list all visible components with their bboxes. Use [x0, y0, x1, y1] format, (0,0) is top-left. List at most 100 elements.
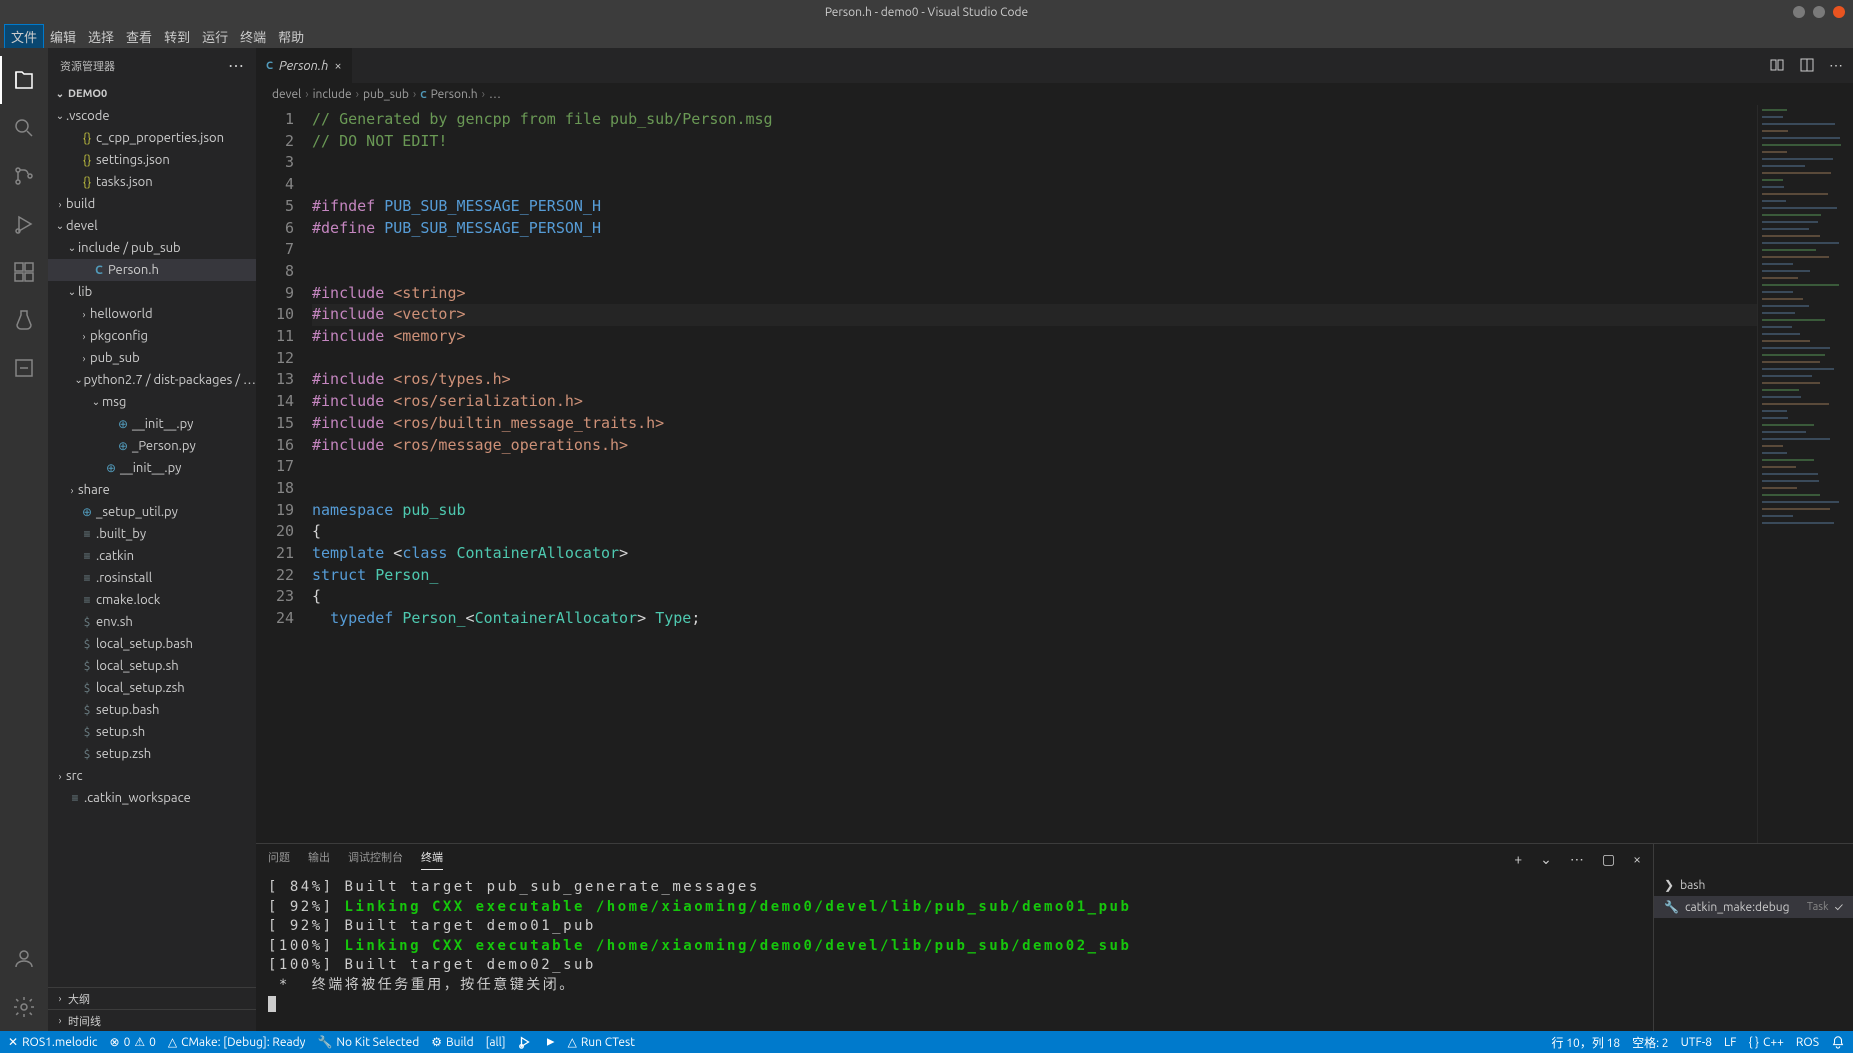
- project-section[interactable]: ⌄ DEMO0: [48, 83, 256, 105]
- encoding-selector[interactable]: UTF-8: [1681, 1036, 1712, 1049]
- extensions-icon[interactable]: [0, 248, 48, 296]
- settings-gear-icon[interactable]: [0, 983, 48, 1031]
- menu-item[interactable]: 帮助: [272, 25, 310, 48]
- tree-file[interactable]: ⊕__init__.py: [48, 413, 256, 435]
- testing-icon[interactable]: [0, 296, 48, 344]
- close-tab-icon[interactable]: ×: [334, 59, 341, 73]
- problems-indicator[interactable]: ⊗0 ⚠0: [110, 1035, 156, 1049]
- tree-file[interactable]: $local_setup.bash: [48, 633, 256, 655]
- outline-section[interactable]: › 大纲: [48, 987, 256, 1009]
- tree-file[interactable]: $env.sh: [48, 611, 256, 633]
- notifications-icon[interactable]: [1831, 1035, 1845, 1049]
- breadcrumbs[interactable]: devel›include›pub_sub›CPerson.h›…: [256, 83, 1853, 105]
- debug-launch-icon[interactable]: [518, 1035, 532, 1049]
- panel-tab[interactable]: 输出: [308, 849, 330, 869]
- run-debug-icon[interactable]: [0, 200, 48, 248]
- editor-more-icon[interactable]: ⋯: [1829, 57, 1843, 74]
- tree-folder[interactable]: ›build: [48, 193, 256, 215]
- accounts-icon[interactable]: [0, 935, 48, 983]
- tree-file[interactable]: $local_setup.sh: [48, 655, 256, 677]
- new-terminal-icon[interactable]: +: [1514, 851, 1522, 867]
- menu-item[interactable]: 编辑: [44, 25, 82, 48]
- tree-file[interactable]: ≡cmake.lock: [48, 589, 256, 611]
- terminal-dropdown-icon[interactable]: ⌄: [1540, 851, 1552, 868]
- eol-selector[interactable]: LF: [1724, 1036, 1736, 1049]
- breadcrumb-item[interactable]: devel: [272, 88, 301, 101]
- close-panel-icon[interactable]: ×: [1633, 851, 1641, 867]
- tree-file[interactable]: {}settings.json: [48, 149, 256, 171]
- tree-folder[interactable]: ⌄msg: [48, 391, 256, 413]
- ros-status[interactable]: ROS: [1796, 1036, 1819, 1049]
- menu-item[interactable]: 运行: [196, 25, 234, 48]
- build-target[interactable]: [all]: [486, 1036, 506, 1049]
- tree-file[interactable]: {}c_cpp_properties.json: [48, 127, 256, 149]
- tree-folder[interactable]: ⌄include / pub_sub: [48, 237, 256, 259]
- source-control-icon[interactable]: [0, 152, 48, 200]
- menu-item[interactable]: 终端: [234, 25, 272, 48]
- tree-file[interactable]: ≡.rosinstall: [48, 567, 256, 589]
- tree-item-label: src: [66, 769, 83, 783]
- run-ctest[interactable]: △ Run CTest: [568, 1035, 635, 1049]
- build-button[interactable]: ⚙ Build: [431, 1035, 473, 1049]
- cmake-status[interactable]: △ CMake: [Debug]: Ready: [168, 1035, 306, 1049]
- breadcrumb-item[interactable]: …: [489, 88, 501, 101]
- search-icon[interactable]: [0, 104, 48, 152]
- run-launch-icon[interactable]: [544, 1036, 556, 1048]
- code[interactable]: // Generated by gencpp from file pub_sub…: [312, 105, 1757, 843]
- tree-folder[interactable]: ⌄.vscode: [48, 105, 256, 127]
- breadcrumb-item[interactable]: Person.h: [431, 88, 478, 101]
- breadcrumb-item[interactable]: include: [313, 88, 352, 101]
- bash-icon: ❯: [1664, 878, 1674, 892]
- tree-file[interactable]: ≡.catkin_workspace: [48, 787, 256, 809]
- sidebar-more-icon[interactable]: ⋯: [228, 56, 244, 75]
- close-window-icon[interactable]: [1833, 6, 1845, 18]
- tree-file[interactable]: ⊕_setup_util.py: [48, 501, 256, 523]
- tree-folder[interactable]: ›src: [48, 765, 256, 787]
- editor-body[interactable]: 123456789101112131415161718192021222324 …: [256, 105, 1853, 843]
- minimize-icon[interactable]: [1793, 6, 1805, 18]
- tree-file[interactable]: $setup.sh: [48, 721, 256, 743]
- tree-folder[interactable]: ⌄python2.7 / dist-packages / …: [48, 369, 256, 391]
- tree-file[interactable]: $setup.zsh: [48, 743, 256, 765]
- menu-item[interactable]: 转到: [158, 25, 196, 48]
- split-editor-icon[interactable]: [1799, 57, 1815, 74]
- compare-icon[interactable]: [1769, 57, 1785, 74]
- tree-file[interactable]: CPerson.h: [48, 259, 256, 281]
- kit-selector[interactable]: 🔧 No Kit Selected: [317, 1035, 419, 1049]
- tree-file[interactable]: ⊕_Person.py: [48, 435, 256, 457]
- remote-indicator[interactable]: ✕ ROS1.melodic: [8, 1035, 98, 1049]
- tree-folder[interactable]: ›pkgconfig: [48, 325, 256, 347]
- breadcrumb-item[interactable]: pub_sub: [363, 88, 409, 101]
- tree-file[interactable]: {}tasks.json: [48, 171, 256, 193]
- menu-item[interactable]: 文件: [4, 24, 44, 49]
- tree-file[interactable]: ≡.catkin: [48, 545, 256, 567]
- language-mode[interactable]: { } C++: [1748, 1036, 1783, 1049]
- ros-icon[interactable]: [0, 344, 48, 392]
- timeline-section[interactable]: › 时间线: [48, 1009, 256, 1031]
- terminal-item[interactable]: 🔧catkin_make:debugTask✓: [1654, 896, 1853, 918]
- terminal-item[interactable]: ❯bash: [1654, 874, 1853, 896]
- tree-file[interactable]: $setup.bash: [48, 699, 256, 721]
- tree-file[interactable]: ⊕__init__.py: [48, 457, 256, 479]
- cursor-position[interactable]: 行 10，列 18: [1552, 1034, 1621, 1051]
- explorer-icon[interactable]: [0, 56, 48, 104]
- tree-folder[interactable]: ⌄lib: [48, 281, 256, 303]
- indent-selector[interactable]: 空格: 2: [1632, 1034, 1668, 1051]
- tree-folder[interactable]: ›pub_sub: [48, 347, 256, 369]
- maximize-icon[interactable]: [1813, 6, 1825, 18]
- maximize-panel-icon[interactable]: ▢: [1602, 851, 1615, 868]
- panel-tab[interactable]: 问题: [268, 849, 290, 869]
- menu-item[interactable]: 选择: [82, 25, 120, 48]
- panel-more-icon[interactable]: ⋯: [1570, 851, 1584, 868]
- menu-item[interactable]: 查看: [120, 25, 158, 48]
- panel-tab[interactable]: 调试控制台: [348, 849, 403, 869]
- panel-tab[interactable]: 终端: [421, 849, 443, 870]
- tree-folder[interactable]: ›helloworld: [48, 303, 256, 325]
- tree-folder[interactable]: ›share: [48, 479, 256, 501]
- tree-file[interactable]: $local_setup.zsh: [48, 677, 256, 699]
- tab-person-h[interactable]: C Person.h ×: [256, 48, 352, 83]
- terminal[interactable]: [ 84%] Built target pub_sub_generate_mes…: [256, 874, 1653, 1031]
- tree-file[interactable]: ≡.built_by: [48, 523, 256, 545]
- tree-folder[interactable]: ⌄devel: [48, 215, 256, 237]
- minimap[interactable]: [1757, 105, 1853, 843]
